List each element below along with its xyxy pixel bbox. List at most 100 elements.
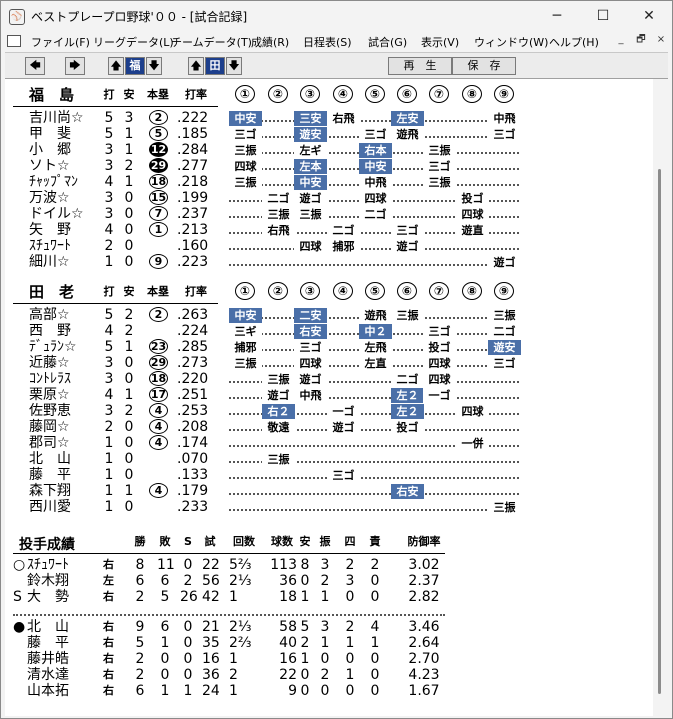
player-avg: .273 — [177, 355, 209, 371]
vertical-scrollbar[interactable] — [653, 79, 668, 716]
player-home-runs-cell: 4 — [147, 483, 169, 499]
menu-window[interactable]: ウィンドウ(W) — [474, 34, 548, 50]
pitcher-era: 1.67 — [408, 683, 440, 699]
player-name: 万波☆ — [29, 190, 70, 206]
player-at-bats: 3 — [104, 142, 114, 158]
close-button[interactable]: ✕ — [626, 1, 672, 31]
pitcher-era: 3.46 — [408, 619, 440, 635]
pitcher-g: 56 — [202, 573, 220, 589]
player-hits: 2 — [124, 307, 134, 323]
player-name: 森下翔 — [29, 483, 71, 499]
prev-game-button[interactable]: 🡄 — [25, 57, 45, 75]
pitcher-row[interactable]: ● 北 山右 9 6 0 21 2⅓ 58 5 3 2 4 3.46 — [5, 619, 445, 635]
player-row[interactable]: 西川愛 1 0 .233 三振 — [5, 499, 525, 515]
player-hits: 3 — [124, 110, 134, 126]
team2-down-button[interactable]: 🡇 — [226, 57, 242, 75]
save-button[interactable]: 保 存 — [452, 57, 516, 75]
player-home-runs-cell — [147, 238, 169, 254]
player-hits: 1 — [124, 339, 134, 355]
arrow-right-icon: 🡆 — [69, 59, 81, 72]
next-game-button[interactable]: 🡆 — [65, 57, 85, 75]
pitcher-w: 8 — [135, 557, 145, 573]
scrollbar-thumb[interactable] — [658, 169, 661, 694]
pitcher-k: 3 — [320, 619, 330, 635]
title-bar[interactable]: ⚾ ベストプレープロ野球'００ - [試合記録] ─ ☐ ✕ — [1, 1, 672, 31]
team1-down-button[interactable]: 🡇 — [146, 57, 162, 75]
player-home-runs-cell: 4 — [147, 403, 169, 419]
player-avg: .208 — [177, 419, 209, 435]
pitcher-ip: 2⅓ — [229, 573, 252, 589]
menu-team-data[interactable]: チームデータ(T) — [171, 34, 252, 50]
pitcher-row[interactable]: 清水達右 2 0 0 36 2 22 0 2 1 0 4.23 — [5, 667, 445, 683]
pitcher-ip: 5⅔ — [229, 557, 252, 573]
team2-up-button[interactable]: 🡅 — [188, 57, 204, 75]
player-at-bats: 5 — [104, 110, 114, 126]
arrow-down-icon: 🡇 — [148, 59, 160, 72]
dotted-line — [229, 463, 519, 479]
menu-help[interactable]: ヘルプ(H) — [549, 34, 599, 50]
play-button[interactable]: 再 生 — [388, 57, 452, 75]
pitcher-row[interactable]: 藤井皓右 2 0 0 16 1 16 1 0 0 0 2.70 — [5, 651, 445, 667]
pitcher-h: 2 — [300, 635, 310, 651]
team1-up-button[interactable]: 🡅 — [108, 57, 124, 75]
baseball-cap-icon[interactable]: ⚾ — [9, 9, 25, 25]
player-home-runs-cell: 12 — [147, 142, 169, 158]
dotted-line — [229, 479, 519, 495]
pitcher-name: 山本拓 — [27, 683, 69, 699]
pitcher-ip: 2⅔ — [229, 635, 252, 651]
at-bat-result[interactable]: 遊ゴ — [488, 255, 521, 270]
inning-number: ⑨ — [494, 282, 514, 300]
dotted-line — [229, 495, 519, 511]
mdi-minimize-button[interactable]: _ — [613, 33, 629, 49]
player-home-runs: 5 — [149, 126, 168, 141]
maximize-button[interactable]: ☐ — [580, 1, 626, 31]
player-row[interactable]: 細川☆ 1 0 9 .223 遊ゴ — [5, 254, 525, 270]
player-at-bats: 1 — [104, 451, 114, 467]
team-name: 福 島 — [29, 86, 75, 104]
pitcher-np: 58 — [279, 619, 297, 635]
player-at-bats: 4 — [104, 387, 114, 403]
player-home-runs: 29 — [149, 355, 168, 370]
player-home-runs: 4 — [149, 435, 168, 450]
player-hits: 1 — [124, 387, 134, 403]
pitching-col-header: 試 — [204, 535, 216, 548]
menu-schedule[interactable]: 日程表(S) — [303, 34, 352, 50]
menu-stats[interactable]: 成績(R) — [251, 34, 289, 50]
player-name: 西川愛 — [29, 499, 71, 515]
pitcher-row[interactable]: ○ ｽﾁｭﾜｰﾄ右 8 11 0 22 5⅔ 113 8 3 2 2 3.02 — [5, 557, 445, 573]
pitcher-row[interactable]: 山本拓右 6 1 1 24 1 9 0 0 0 0 1.67 — [5, 683, 445, 699]
pitcher-bb: 1 — [345, 635, 355, 651]
pitcher-np: 36 — [279, 573, 297, 589]
player-home-runs-cell: 7 — [147, 206, 169, 222]
pitcher-row[interactable]: 鈴木翔左 6 6 2 56 2⅓ 36 0 2 3 0 2.37 — [5, 573, 445, 589]
team2-select[interactable]: 田 — [205, 57, 225, 75]
window-title: ベストプレープロ野球'００ - [試合記録] — [31, 10, 248, 24]
pitcher-s: 0 — [183, 557, 193, 573]
pitcher-bb: 1 — [345, 667, 355, 683]
menu-game[interactable]: 試合(G) — [368, 34, 407, 50]
inning-number: ③ — [300, 282, 320, 300]
menu-view[interactable]: 表示(V) — [421, 34, 459, 50]
player-avg: .284 — [177, 142, 209, 158]
mdi-restore-button[interactable]: 🗗 — [633, 33, 649, 49]
menu-league-data[interactable]: リーグデータ(L) — [93, 34, 174, 50]
at-bat-result[interactable]: 三振 — [488, 500, 521, 515]
pitcher-hand: 右 — [103, 558, 114, 571]
pitcher-hand: 右 — [103, 620, 114, 633]
player-name: 北 山 — [29, 451, 71, 467]
document-icon[interactable] — [7, 35, 21, 47]
player-avg: .285 — [177, 339, 209, 355]
player-avg: .253 — [177, 403, 209, 419]
toolbar: 🡄 🡆 🡅 福 🡇 🡅 田 🡇 再 生 保 存 — [5, 52, 668, 79]
player-at-bats: 5 — [104, 307, 114, 323]
minimize-button[interactable]: ─ — [534, 1, 580, 31]
player-name: 近藤☆ — [29, 355, 70, 371]
pitcher-ip: 1 — [229, 683, 238, 699]
menu-file[interactable]: ファイル(F) — [31, 34, 90, 50]
mdi-close-button[interactable]: × — [653, 33, 669, 49]
player-avg: .223 — [177, 254, 209, 270]
team1-select[interactable]: 福 — [125, 57, 145, 75]
player-hits: 2 — [124, 158, 134, 174]
pitcher-row[interactable]: 藤 平右 5 1 0 35 2⅔ 40 2 1 1 1 2.64 — [5, 635, 445, 651]
player-hits: 0 — [124, 419, 134, 435]
